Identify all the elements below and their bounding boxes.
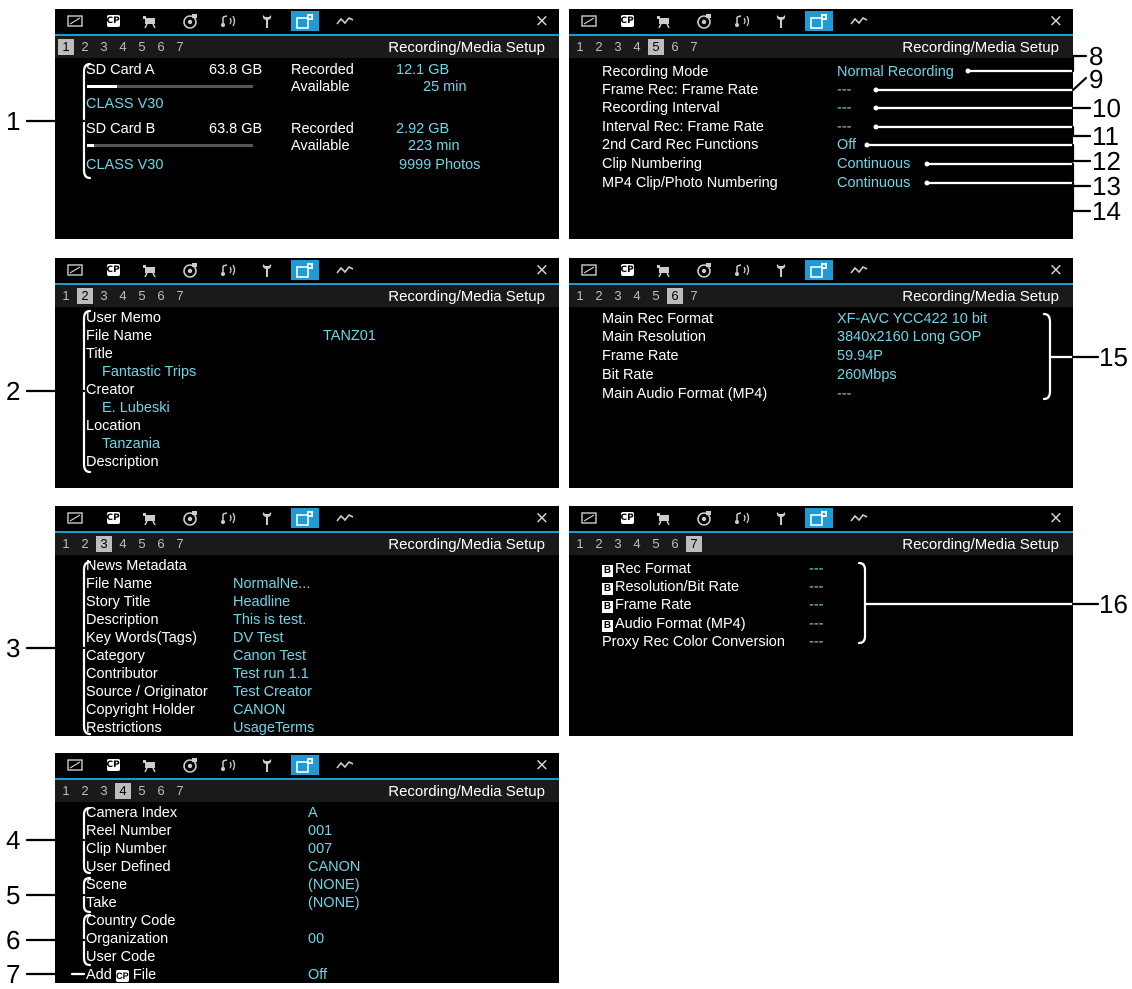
callout-14: 14 bbox=[1092, 196, 1121, 226]
callout-10: 10 bbox=[1092, 93, 1121, 123]
leader-14-outer bbox=[1071, 181, 1092, 213]
leader-11-outer bbox=[1071, 125, 1092, 138]
callout-4: 4 bbox=[6, 825, 21, 855]
leader-8-outer bbox=[1071, 54, 1088, 73]
callout-1: 1 bbox=[6, 106, 21, 136]
callout-lines bbox=[25, 54, 1100, 976]
callout-3: 3 bbox=[6, 633, 21, 663]
callout-9: 9 bbox=[1089, 64, 1104, 94]
leader-13-outer bbox=[1071, 162, 1092, 188]
callout-7: 7 bbox=[6, 959, 21, 989]
callout-5: 5 bbox=[6, 880, 21, 910]
leader-12-outer bbox=[1071, 143, 1092, 163]
bracket-16 bbox=[857, 561, 867, 645]
callout-16: 16 bbox=[1099, 589, 1128, 619]
leader-9-outer bbox=[1071, 76, 1088, 92]
callout-2: 2 bbox=[6, 376, 21, 406]
callout-15: 15 bbox=[1099, 342, 1128, 372]
callout-6: 6 bbox=[6, 925, 21, 955]
